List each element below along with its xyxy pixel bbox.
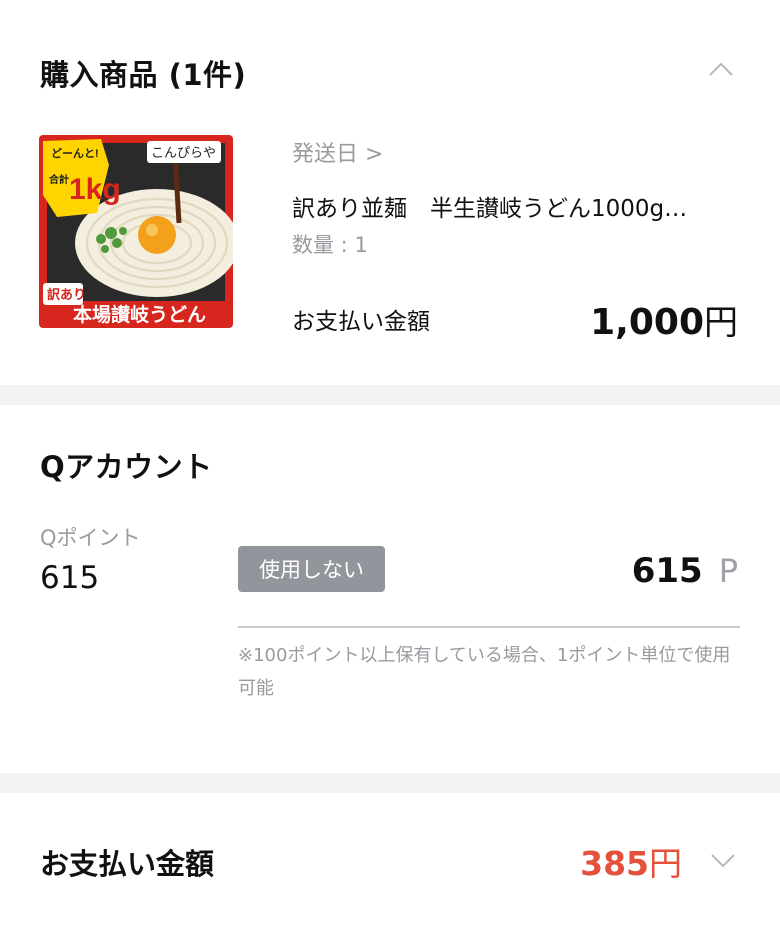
total-payment-currency: 円 <box>649 844 682 883</box>
q-account-title: Qアカウント <box>40 450 213 484</box>
total-payment-amount: 385円 <box>580 837 682 885</box>
ship-date-link[interactable]: 発送日 > <box>292 136 383 168</box>
item-payment-value: 1,000 <box>590 302 704 343</box>
badge-side-text: 合計 <box>48 173 69 186</box>
no-use-button[interactable]: 使用しない <box>238 546 385 592</box>
total-section[interactable]: お支払い金額 385円 <box>0 793 780 932</box>
purchase-section: 購入商品 (1件) どーんと! 1kg 合計 こんぴらや 訳あり 本場讃岐うどん… <box>0 0 780 385</box>
total-payment-label: お支払い金額 <box>40 847 215 881</box>
total-payment-value: 385 <box>580 844 649 883</box>
chevron-down-icon[interactable] <box>710 847 736 873</box>
points-note: ※100ポイント以上保有している場合、1ポイント単位で使用可能 <box>238 645 731 699</box>
q-points-label: Qポイント <box>40 526 141 550</box>
caption-text: 本場讃岐うどん <box>73 303 206 326</box>
brand-text: こんぴらや <box>151 146 216 161</box>
product-image[interactable]: どーんと! 1kg 合計 こんぴらや 訳あり 本場讃岐うどん <box>39 135 233 328</box>
quantity-label: 数量 : 1 <box>292 233 368 257</box>
badge-top-text: どーんと! <box>51 147 99 160</box>
points-used-value: 615 <box>631 551 703 591</box>
q-points-balance: 615 <box>40 560 100 596</box>
q-account-section: Qアカウント Qポイント 615 使用しない 615 P ※100ポイント以上保有… <box>0 405 780 773</box>
badge-main-text: 1kg <box>69 173 121 206</box>
points-unit: P <box>718 552 738 590</box>
points-input-underline <box>238 626 740 628</box>
item-payment-amount: 1,000円 <box>590 295 738 344</box>
chevron-up-icon[interactable] <box>708 56 734 82</box>
purchase-section-title: 購入商品 (1件) <box>40 58 247 92</box>
item-payment-currency: 円 <box>704 303 738 343</box>
tag-text: 訳あり <box>47 287 86 302</box>
points-used-display[interactable]: 615 P <box>632 551 738 591</box>
product-name[interactable]: 訳あり並麺 半生讃岐うどん1000g… <box>292 189 742 223</box>
item-payment-label: お支払い金額 <box>292 309 430 335</box>
